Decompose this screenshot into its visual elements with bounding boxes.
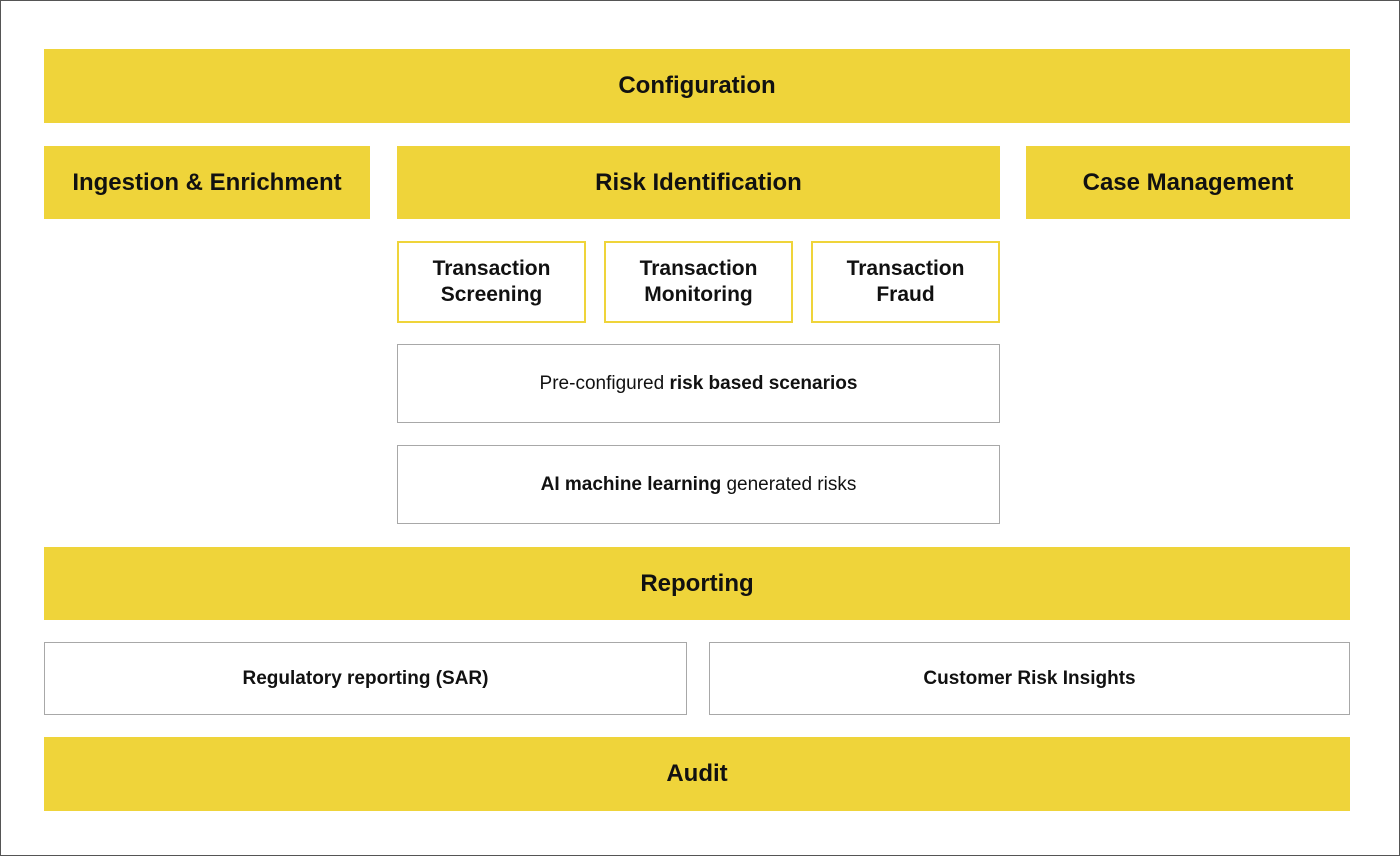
transaction-screening-box: Transaction Screening	[397, 241, 586, 323]
ai-box: AI machine learning generated risks	[397, 445, 1000, 524]
risk-identification-block: Risk Identification	[397, 146, 1000, 219]
scenarios-box: Pre-configured risk based scenarios	[397, 344, 1000, 423]
transaction-fraud-box: Transaction Fraud	[811, 241, 1000, 323]
label-line: Fraud	[876, 283, 935, 306]
ingestion-block: Ingestion & Enrichment	[44, 146, 370, 219]
diagram-frame	[0, 0, 1400, 856]
reporting-block: Reporting	[44, 547, 1350, 620]
label-line: Transaction	[432, 257, 551, 280]
case-management-block: Case Management	[1026, 146, 1350, 219]
ai-suffix: generated risks	[721, 473, 857, 495]
scenarios-prefix: Pre-configured	[539, 372, 670, 394]
audit-block: Audit	[44, 737, 1350, 811]
configuration-block: Configuration	[44, 49, 1350, 123]
regulatory-reporting-box: Regulatory reporting (SAR)	[44, 642, 687, 715]
transaction-monitoring-box: Transaction Monitoring	[604, 241, 793, 323]
scenarios-bold: risk based scenarios	[669, 372, 858, 394]
label-line: Transaction	[639, 257, 758, 280]
ai-bold: AI machine learning	[540, 473, 722, 495]
label-line: Monitoring	[644, 283, 753, 306]
label-line: Screening	[440, 283, 543, 306]
label-line: Transaction	[846, 257, 965, 280]
customer-risk-insights-box: Customer Risk Insights	[709, 642, 1350, 715]
